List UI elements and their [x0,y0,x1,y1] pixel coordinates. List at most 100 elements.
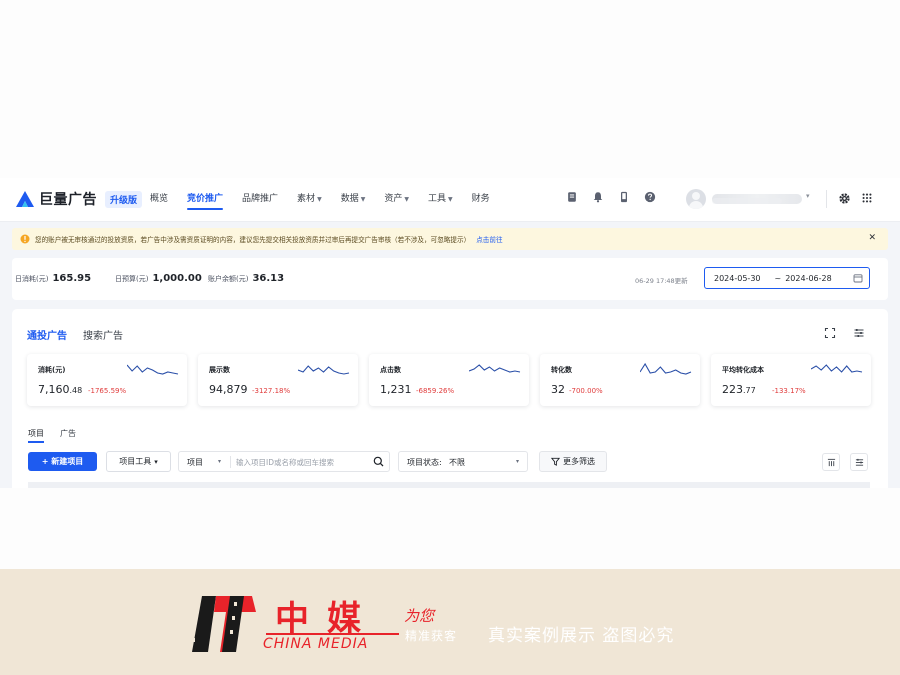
warning-icon [20,234,30,244]
ad-platform-window: 巨量广告 升级版 概览 竞价推广 品牌推广 素材 ▼ 数据 ▼ 资产 ▼ 工具 ▼ 财务 ▾ [0,178,900,488]
metric-change: -6859.26% [416,387,455,395]
metric-value: 223.77 [722,383,756,396]
search-input[interactable] [236,455,366,469]
settings-sliders-icon[interactable] [853,327,865,339]
metric-value: 1,231 [380,383,412,396]
subtab-project[interactable]: 项目 [28,428,44,443]
columns-icon[interactable] [822,453,840,471]
more-filters-button[interactable]: 更多筛选 [539,451,607,472]
table-header [28,482,870,488]
chevron-down-icon: ▼ [447,196,453,203]
help-icon[interactable] [643,190,657,204]
date-separator: ~ [774,273,782,283]
search-box: 项目 ▾ [178,451,390,472]
sparkline [811,364,863,373]
grid-icon[interactable] [860,191,874,205]
metric-card[interactable]: 展示数 94,879 -3127.18% [198,354,358,406]
nav-item-label: 财务 [471,194,490,204]
top-icons [565,190,669,204]
metric-change: -3127.18% [252,387,291,395]
nav-item-6[interactable]: 工具 ▼ [428,191,453,209]
metric-card[interactable]: 点击数 1,231 -6859.26% [369,354,529,406]
watermark-tag1: 为您 [404,607,435,625]
tab-search-ads[interactable]: 搜索广告 [83,327,123,342]
new-project-button[interactable]: + 新建项目 [28,452,97,471]
fullscreen-icon[interactable] [824,327,836,339]
daily-budget-value[interactable]: 1,000.00 [152,273,201,284]
project-tools-dropdown[interactable]: 项目工具 ▾ [106,451,171,472]
metric-change: -133.17% [772,387,806,395]
date-start[interactable]: 2024-05-30 [714,274,761,283]
chevron-down-icon: ▾ [154,457,158,466]
sparkline [127,364,179,375]
daily-spend: 日消耗(元) 165.95 [15,273,91,284]
metric-card[interactable]: 消耗(元) 7,160.48 -1765.59% [27,354,187,406]
version-badge: 升级版 [105,190,143,208]
metric-value: 7,160.48 [38,383,83,396]
project-status-select[interactable]: 项目状态: 不限 ▾ [398,451,528,472]
document-icon[interactable] [565,190,579,204]
daily-budget: 日预算(元) 1,000.00 [115,273,202,284]
nav-item-5[interactable]: 资产 ▼ [384,191,409,209]
nav-item-label: 品牌推广 [242,194,279,204]
nav-item-label: 概览 [150,194,169,204]
metric-value: 32 [551,383,565,396]
nav-item-0[interactable]: 概览 [150,191,168,209]
tab-feed-ads[interactable]: 通投广告 [27,327,67,342]
chevron-down-icon: ▼ [404,196,409,203]
nav-item-2[interactable]: 品牌推广 [242,191,278,209]
watermark-tag2: 精准获客 [405,629,458,643]
metric-label: 点击数 [380,366,401,374]
calendar-icon[interactable] [853,273,863,283]
metric-card[interactable]: 平均转化成本 223.77 -133.17% [711,354,871,406]
status-label: 项目状态: [407,458,442,467]
search-scope[interactable]: 项目 [187,457,203,468]
watermark-brand-en: CHINA MEDIA [263,636,369,652]
metric-label: 平均转化成本 [722,366,764,374]
nav-item-4[interactable]: 数据 ▼ [341,191,366,209]
daily-spend-value: 165.95 [52,273,92,284]
nav-item-label: 数据 [340,194,359,204]
search-icon[interactable] [373,456,384,467]
top-nav: 巨量广告 升级版 概览 竞价推广 品牌推广 素材 ▼ 数据 ▼ 资产 ▼ 工具 ▼ 财务 ▾ [0,178,900,222]
updated-time: 06-29 17:48更新 [635,277,688,285]
right-icons [837,191,883,205]
close-icon[interactable]: ✕ [868,233,876,243]
metric-change: -700.00% [569,387,603,395]
account-balance-label: 账户余额(元) [208,275,249,283]
metric-card[interactable]: 转化数 32 -700.00% [540,354,700,406]
daily-spend-label: 日消耗(元) [15,275,49,283]
list-settings-icon[interactable] [850,453,868,471]
main-menu: 概览 竞价推广 品牌推广 素材 ▼ 数据 ▼ 资产 ▼ 工具 ▼ 财务 [150,191,509,210]
nav-item-7[interactable]: 财务 [472,191,490,209]
chevron-down-icon: ▾ [515,458,519,465]
sparkline [640,362,692,375]
subtab-ad[interactable]: 广告 [60,428,76,439]
film-logo [192,596,256,652]
chevron-down-icon[interactable]: ▾ [218,458,221,465]
watermark-underline [266,633,399,635]
date-end[interactable]: 2024-06-28 [785,274,832,283]
logo-icon [16,191,34,207]
nav-item-1[interactable]: 竞价推广 [187,191,224,210]
chevron-down-icon[interactable]: ▾ [806,192,810,200]
divider [230,456,231,468]
nav-item-3[interactable]: 素材 ▼ [297,191,322,209]
account-balance: 账户余额(元) 36.13 [208,273,284,284]
chevron-down-icon: ▼ [317,196,322,203]
logo[interactable]: 巨量广告 升级版 [15,188,143,210]
metric-change: -1765.59% [88,387,127,395]
notice-link[interactable]: 点击前往 [476,234,502,244]
more-filters-label: 更多筛选 [563,457,595,466]
filter-icon [551,457,560,466]
phone-icon[interactable] [617,190,631,204]
account-id-redacted [712,198,782,204]
avatar[interactable] [686,189,706,209]
nav-item-label: 资产 [384,194,403,204]
gear-icon[interactable] [837,191,851,205]
bell-icon[interactable] [591,190,605,204]
project-tools-label: 项目工具 [119,457,152,466]
date-range-picker[interactable]: 2024-05-30 ~ 2024-06-28 [704,267,870,289]
sparkline [469,364,521,373]
sparkline [298,365,350,375]
